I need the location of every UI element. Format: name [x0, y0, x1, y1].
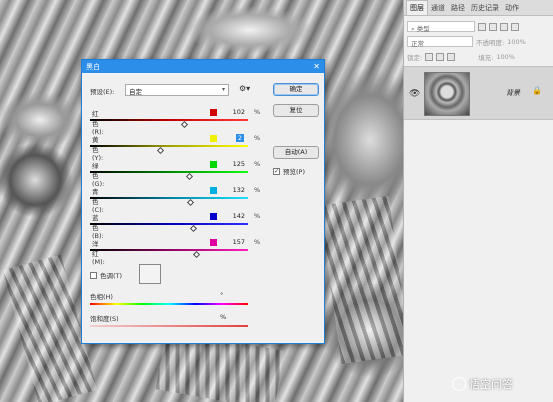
filter-pixel-icon[interactable] [478, 22, 486, 31]
blend-mode-select[interactable]: 正常 [407, 36, 473, 48]
yellow-swatch [210, 135, 217, 142]
dialog-title: 黑白 [86, 62, 100, 71]
fabric-fold [319, 195, 403, 365]
blue-label: 蓝色(B): [92, 214, 104, 240]
saturation-label: 饱和度(S) [90, 315, 119, 323]
opacity-label: 不透明度: [476, 38, 505, 47]
yellow-label: 黄色(Y): [92, 136, 104, 162]
cyan-label: 青色(C): [92, 188, 104, 214]
red-percent: % [254, 108, 261, 116]
green-value-input[interactable]: 125 [223, 160, 245, 168]
lock-pixels-icon[interactable] [425, 52, 434, 61]
filter-adjust-icon[interactable] [489, 22, 497, 31]
fill-value[interactable]: 100% [496, 53, 515, 61]
tab-layers[interactable]: 图层 [406, 0, 428, 15]
red-value-input[interactable]: 102 [223, 108, 245, 116]
cyan-percent: % [254, 186, 261, 194]
layer-name[interactable]: 背景 [506, 88, 520, 98]
cyan-value-input[interactable]: 132 [223, 186, 245, 194]
preset-select[interactable]: 自定 ▾ [125, 84, 229, 96]
preview-label: 预览(P) [283, 168, 305, 176]
magenta-percent: % [254, 238, 261, 246]
yellow-value-input[interactable]: 2 [236, 134, 244, 142]
layer-kind-filter[interactable]: ⌕ 类型 [407, 21, 475, 33]
tab-channels[interactable]: 通道 [428, 1, 448, 15]
red-slider-track[interactable] [90, 119, 248, 121]
green-slider-track[interactable] [90, 171, 248, 173]
green-slider-thumb[interactable] [185, 172, 193, 181]
hue-label: 色相(H) [90, 293, 113, 301]
lock-label: 锁定: [407, 53, 423, 62]
chevron-down-icon: ▾ [221, 86, 225, 93]
tint-option[interactable]: 色调(T) [90, 270, 122, 280]
cyan-slider-thumb[interactable] [187, 198, 195, 207]
tint-color-swatch[interactable] [139, 264, 161, 284]
auto-button[interactable]: 自动(A) [273, 146, 319, 159]
tint-checkbox[interactable] [90, 271, 97, 279]
cyan-slider-track[interactable] [90, 197, 248, 199]
dialog-titlebar[interactable]: 黑白 ✕ [82, 60, 324, 73]
layer-row-background[interactable]: 👁 背景 🔒 [404, 66, 553, 120]
hue-unit: ° [220, 291, 224, 299]
opacity-value[interactable]: 100% [507, 38, 526, 46]
fill-label: 填充: [478, 53, 494, 62]
magenta-slider-thumb[interactable] [193, 250, 201, 259]
magenta-label: 洋红(M): [92, 240, 105, 266]
tab-paths[interactable]: 路径 [448, 1, 468, 15]
layer-thumbnail [424, 72, 470, 116]
blue-swatch [210, 213, 217, 220]
yellow-percent: % [254, 134, 261, 142]
red-label: 红色(R): [92, 110, 104, 136]
yellow-slider-thumb[interactable] [157, 146, 165, 155]
yellow-slider-track[interactable] [90, 145, 248, 147]
magenta-swatch [210, 239, 217, 246]
magenta-value-input[interactable]: 157 [223, 238, 245, 246]
green-swatch [210, 161, 217, 168]
layers-panel: 图层 通道 路径 历史记录 动作 ⌕ 类型 正常 不透明度: 100% 锁定: … [403, 0, 553, 402]
filter-shape-icon[interactable] [511, 22, 519, 31]
watermark: 悟空问答 [452, 376, 513, 392]
tab-history[interactable]: 历史记录 [468, 1, 502, 15]
gear-icon[interactable]: ⚙▾ [239, 84, 250, 93]
blue-slider-track[interactable] [90, 223, 248, 225]
reset-button[interactable]: 复位 [273, 104, 319, 117]
preview-checkbox[interactable]: ✓ [273, 167, 280, 175]
eye-icon[interactable]: 👁 [409, 89, 420, 99]
hue-slider[interactable] [90, 303, 248, 305]
preset-label: 预设(E): [90, 88, 115, 96]
blue-value-input[interactable]: 142 [223, 212, 245, 220]
preview-option[interactable]: ✓ 预览(P) [273, 166, 305, 176]
blue-percent: % [254, 212, 261, 220]
lock-icon: 🔒 [532, 86, 542, 95]
layer-kind-label: 类型 [416, 25, 430, 33]
blue-slider-thumb[interactable] [190, 224, 198, 233]
preset-value: 自定 [129, 88, 142, 96]
watermark-text: 悟空问答 [469, 378, 513, 391]
filter-type-icon[interactable] [500, 22, 508, 31]
magenta-slider-track[interactable] [90, 249, 248, 251]
close-icon[interactable]: ✕ [313, 62, 320, 71]
saturation-slider[interactable] [90, 325, 248, 327]
panel-tabs: 图层 通道 路径 历史记录 动作 [404, 0, 553, 16]
wukong-logo-icon [452, 377, 466, 391]
cyan-swatch [210, 187, 217, 194]
tint-label: 色调(T) [100, 272, 123, 280]
red-swatch [210, 109, 217, 116]
lock-position-icon[interactable] [436, 52, 445, 61]
green-label: 绿色(G): [92, 162, 105, 188]
saturation-unit: % [220, 313, 227, 321]
red-slider-thumb[interactable] [180, 120, 188, 129]
tab-actions[interactable]: 动作 [502, 1, 522, 15]
black-white-dialog: 黑白 ✕ 预设(E): 自定 ▾ ⚙▾ 红色(R): 102% 黄色(Y): 2% 绿色… [81, 59, 325, 344]
lock-all-icon[interactable] [447, 52, 456, 61]
ok-button[interactable]: 确定 [273, 83, 319, 96]
green-percent: % [254, 160, 261, 168]
